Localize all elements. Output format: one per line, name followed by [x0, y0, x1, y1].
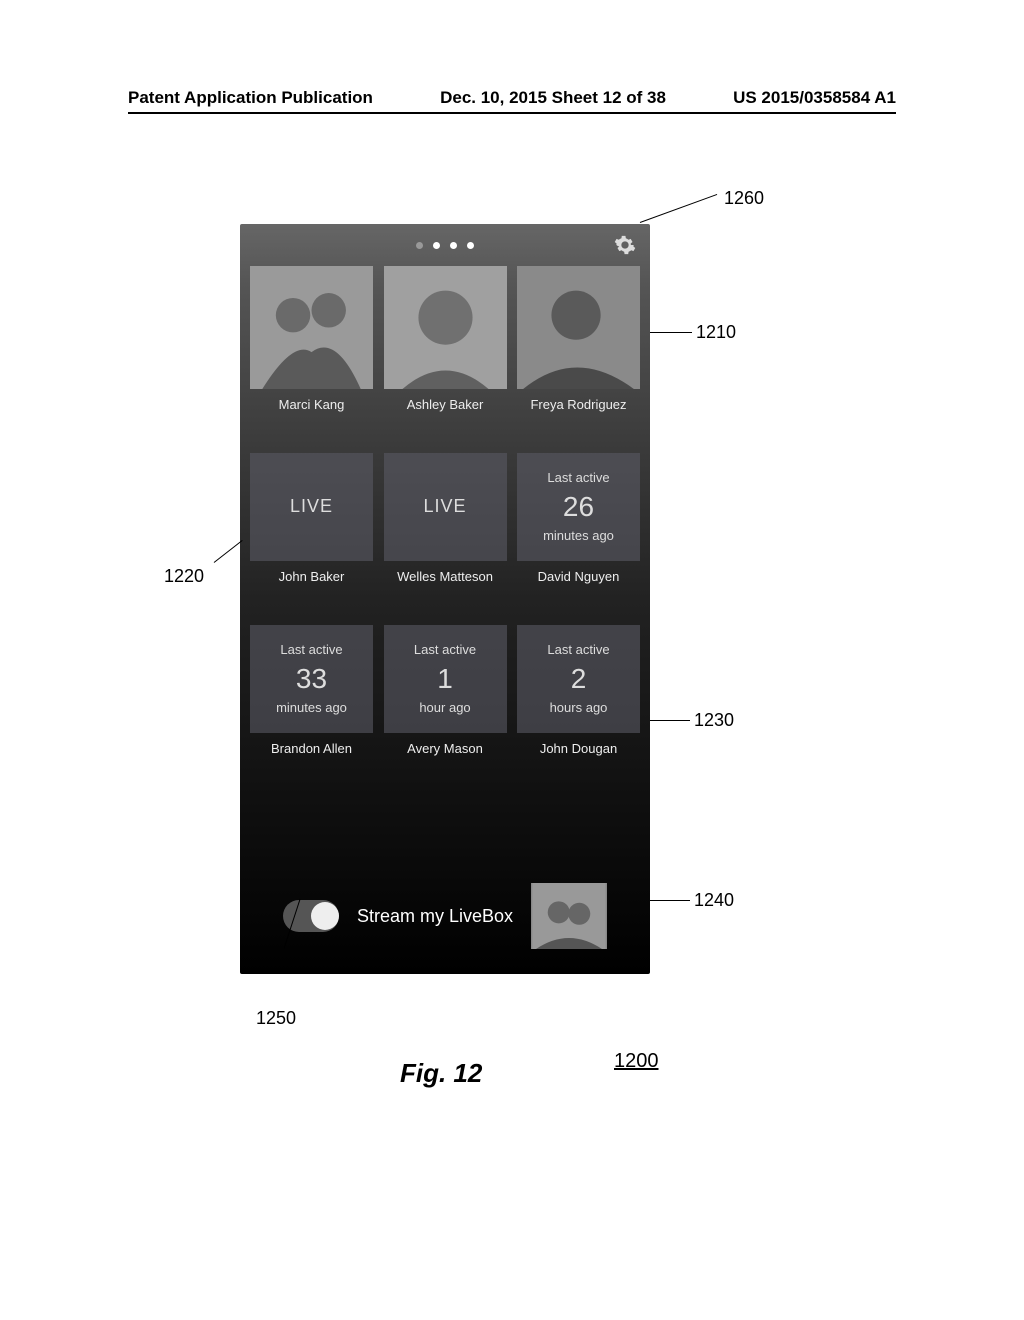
- status-bottom: minutes ago: [543, 527, 614, 545]
- figure-label: Fig. 12: [400, 1058, 482, 1089]
- status-top: Last active: [414, 641, 476, 659]
- top-bar: [240, 224, 650, 266]
- status-top: Last active: [547, 469, 609, 487]
- annotation-1240: 1240: [694, 890, 734, 911]
- page-header: Patent Application Publication Dec. 10, …: [0, 88, 1024, 108]
- contact-name: Freya Rodriguez: [517, 397, 640, 431]
- contact-tile[interactable]: LIVE Welles Matteson: [384, 453, 507, 603]
- figure-refnum: 1200: [614, 1050, 659, 1073]
- contact-tile[interactable]: Freya Rodriguez: [517, 266, 640, 431]
- contact-tile[interactable]: Last active 2 hours ago John Dougan: [517, 625, 640, 775]
- dot-icon: [416, 242, 423, 249]
- annotation-1250: 1250: [256, 1008, 296, 1029]
- avatar: [517, 266, 640, 389]
- leader-line: [214, 540, 243, 563]
- contact-name: Brandon Allen: [250, 741, 373, 775]
- contact-name: John Baker: [250, 569, 373, 603]
- stream-label: Stream my LiveBox: [357, 906, 513, 927]
- status-tile: Last active 26 minutes ago: [517, 453, 640, 561]
- gear-icon: [614, 234, 636, 256]
- contact-name: John Dougan: [517, 741, 640, 775]
- status-value: 26: [563, 487, 594, 526]
- status-value: 1: [437, 659, 453, 698]
- header-center: Dec. 10, 2015 Sheet 12 of 38: [440, 88, 666, 108]
- settings-button[interactable]: [614, 234, 636, 256]
- avatar: [250, 266, 373, 389]
- toggle-knob-icon: [311, 902, 339, 930]
- contacts-grid: Marci Kang Ashley Baker Freya Rodriguez …: [240, 266, 650, 779]
- leader-line: [650, 900, 690, 901]
- contact-name: Avery Mason: [384, 741, 507, 775]
- status-tile: Last active 1 hour ago: [384, 625, 507, 733]
- live-label: LIVE: [290, 494, 333, 519]
- header-right: US 2015/0358584 A1: [733, 88, 896, 108]
- status-bottom: hours ago: [550, 699, 608, 717]
- contact-name: Welles Matteson: [384, 569, 507, 603]
- avatar: [384, 266, 507, 389]
- contact-name: Marci Kang: [250, 397, 373, 431]
- header-rule: [128, 112, 896, 114]
- leader-line: [650, 332, 692, 333]
- contact-tile[interactable]: Last active 1 hour ago Avery Mason: [384, 625, 507, 775]
- dot-icon: [467, 242, 474, 249]
- self-preview[interactable]: [531, 883, 607, 949]
- annotation-1230: 1230: [694, 710, 734, 731]
- status-tile: Last active 33 minutes ago: [250, 625, 373, 733]
- status-value: 33: [296, 659, 327, 698]
- status-top: Last active: [547, 641, 609, 659]
- contact-tile[interactable]: Last active 26 minutes ago David Nguyen: [517, 453, 640, 603]
- contact-tile[interactable]: Marci Kang: [250, 266, 373, 431]
- contact-name: David Nguyen: [517, 569, 640, 603]
- dot-icon: [450, 242, 457, 249]
- live-label: LIVE: [423, 494, 466, 519]
- phone-screen: Marci Kang Ashley Baker Freya Rodriguez …: [240, 224, 650, 974]
- page-indicator[interactable]: [416, 242, 474, 249]
- annotation-1260: 1260: [724, 188, 764, 209]
- footer-bar: Stream my LiveBox: [240, 876, 650, 956]
- dot-icon: [433, 242, 440, 249]
- status-value: 2: [571, 659, 587, 698]
- status-bottom: hour ago: [419, 699, 470, 717]
- status-tile: Last active 2 hours ago: [517, 625, 640, 733]
- leader-line: [640, 194, 717, 223]
- status-bottom: minutes ago: [276, 699, 347, 717]
- contact-tile[interactable]: Last active 33 minutes ago Brandon Allen: [250, 625, 373, 775]
- header-left: Patent Application Publication: [128, 88, 373, 108]
- contact-tile[interactable]: LIVE John Baker: [250, 453, 373, 603]
- status-tile: LIVE: [384, 453, 507, 561]
- annotation-1220: 1220: [164, 566, 204, 587]
- status-top: Last active: [280, 641, 342, 659]
- leader-line: [650, 720, 690, 721]
- annotation-1210: 1210: [696, 322, 736, 343]
- contact-tile[interactable]: Ashley Baker: [384, 266, 507, 431]
- contact-name: Ashley Baker: [384, 397, 507, 431]
- status-tile: LIVE: [250, 453, 373, 561]
